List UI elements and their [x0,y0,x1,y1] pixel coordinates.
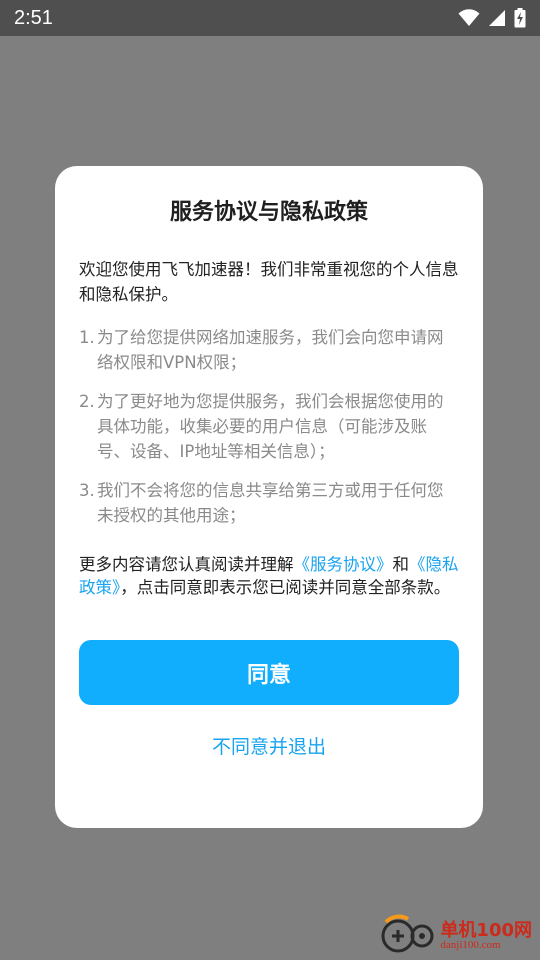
terms-list: 1. 为了给您提供网络加速服务，我们会向您申请网络权限和VPN权限； 2. 为了… [79,325,459,528]
service-agreement-link[interactable]: 《服务协议》 [294,555,393,574]
battery-charging-icon [514,8,526,28]
dialog-title: 服务协议与隐私政策 [169,200,368,225]
status-time: 2:51 [14,6,53,29]
term-text: 为了给您提供网络加速服务，我们会向您申请网络权限和VPN权限； [97,328,444,372]
signal-icon [488,9,506,27]
more-prefix: 更多内容请您认真阅读并理解 [79,555,294,574]
term-text: 我们不会将您的信息共享给第三方或用于任何您未授权的其他用途； [97,481,444,525]
watermark-logo-icon [380,914,436,958]
term-number: 3. [79,481,95,500]
watermark-url: danji100.com [440,938,501,951]
wifi-icon [458,9,480,27]
list-item: 2. 为了更好地为您提供服务，我们会根据您使用的具体功能，收集必要的用户信息（可… [79,389,459,464]
more-info-text: 更多内容请您认真阅读并理解《服务协议》和《隐私政策》，点击同意即表示您已阅读并同… [79,553,459,599]
intro-text: 欢迎您使用飞飞加速器！我们非常重视您的个人信息和隐私保护。 [79,260,459,304]
more-and: 和 [392,555,410,574]
term-number: 2. [79,392,95,411]
list-item: 1. 为了给您提供网络加速服务，我们会向您申请网络权限和VPN权限； [79,325,459,375]
privacy-dialog: 服务协议与隐私政策 欢迎您使用飞飞加速器！我们非常重视您的个人信息和隐私保护。 … [55,166,483,828]
decline-and-exit-button[interactable]: 不同意并退出 [79,732,459,759]
more-suffix: ，点击同意即表示您已阅读并同意全部条款。 [120,578,451,597]
watermark: 单机100网 danji100.com [380,914,532,958]
status-icons [458,8,526,28]
watermark-name: 单机100网 [440,919,532,941]
agree-button[interactable]: 同意 [79,640,459,705]
list-item: 3. 我们不会将您的信息共享给第三方或用于任何您未授权的其他用途； [79,478,459,528]
status-bar: 2:51 [0,0,540,36]
term-number: 1. [79,328,95,347]
watermark-text: 单机100网 danji100.com [440,919,532,951]
term-text: 为了更好地为您提供服务，我们会根据您使用的具体功能，收集必要的用户信息（可能涉及… [97,392,444,461]
